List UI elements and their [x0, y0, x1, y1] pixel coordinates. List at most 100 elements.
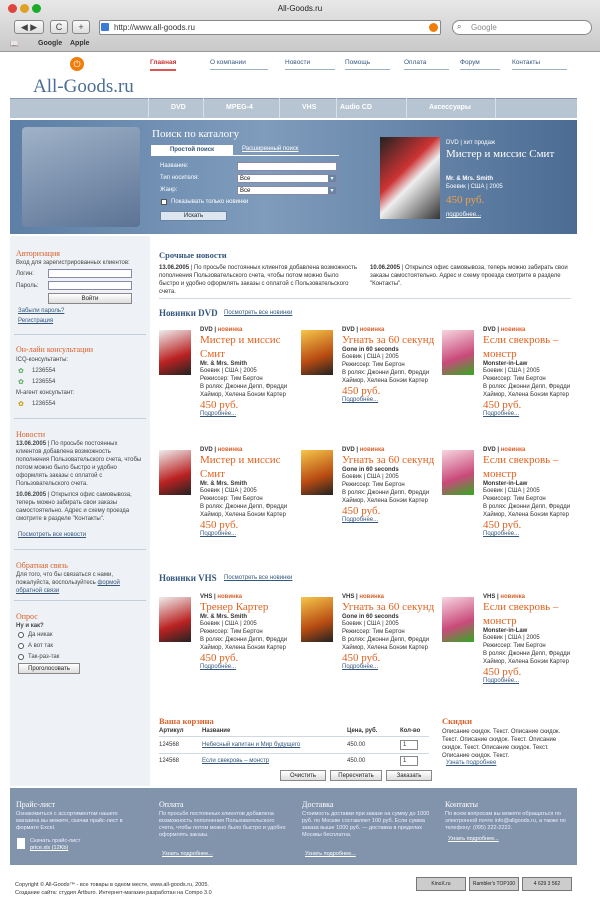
product-cover[interactable]: [301, 597, 333, 642]
carrier-select[interactable]: Все ▾: [237, 174, 337, 183]
product-title[interactable]: Мистер и миссис Смит: [200, 453, 297, 481]
category-vhs[interactable]: VHS: [279, 98, 336, 118]
category-audio-cd[interactable]: Audio CD: [336, 98, 406, 118]
product-title[interactable]: Тренер Картер: [200, 600, 297, 614]
only-new-checkbox[interactable]: [161, 199, 167, 205]
product-more-link[interactable]: Подробнее...: [483, 411, 580, 417]
featured-more-link[interactable]: подробнее...: [446, 212, 481, 218]
cart-row-1-name[interactable]: Небесный капитан и Мир будущего: [202, 742, 300, 748]
bookmarks-icon[interactable]: 📖: [10, 40, 19, 48]
reload-button[interactable]: C: [50, 20, 68, 34]
nav-home[interactable]: Главная: [150, 59, 177, 71]
product-price: 450 руб.: [483, 666, 522, 678]
nav-contacts[interactable]: Контакты: [512, 59, 567, 70]
forgot-password-link[interactable]: Забыли пароль?: [18, 308, 64, 314]
recalculate-button[interactable]: Пересчитать: [330, 770, 382, 781]
product-meta: Боевик | США | 2005: [483, 635, 540, 641]
product-more-link[interactable]: Подробнее...: [342, 664, 439, 670]
login-button[interactable]: Войти: [48, 293, 132, 304]
featured-price: 450 руб.: [446, 194, 485, 206]
search-button[interactable]: Искать: [160, 211, 227, 221]
order-button[interactable]: Заказать: [386, 770, 432, 781]
category-accessories[interactable]: Аксессуары: [406, 98, 496, 118]
featured-title[interactable]: Мистер и миссис Смит: [446, 148, 576, 161]
rss-icon[interactable]: [429, 23, 438, 32]
vhs-all-new-link[interactable]: Посмотреть все новинки: [224, 575, 292, 581]
product-cover[interactable]: [301, 450, 333, 495]
footer-delivery-link[interactable]: Узнать подробнее...: [305, 851, 356, 857]
cart-row-2-qty[interactable]: 1: [400, 756, 418, 766]
vote-button[interactable]: Проголосовать: [18, 663, 80, 674]
cart-row-2-sku: 124568: [159, 758, 180, 764]
product-cover[interactable]: [442, 597, 474, 642]
news-date: 13.06.2005: [16, 441, 47, 447]
all-news-link[interactable]: Посмотреть все новости: [18, 532, 86, 538]
poll-radio-1[interactable]: [18, 632, 24, 638]
product-title[interactable]: Если свекровь – монстр: [483, 453, 580, 481]
nav-about[interactable]: О компании: [210, 59, 268, 70]
search-icon: ⌕: [457, 22, 462, 31]
nav-forum[interactable]: Форум: [460, 59, 500, 70]
product-cover[interactable]: [442, 330, 474, 375]
cart-title: Ваша корзина: [159, 716, 214, 726]
password-input[interactable]: [48, 281, 132, 290]
featured-dvd-cover[interactable]: [380, 137, 440, 219]
product-title[interactable]: Угнать за 60 секунд: [342, 453, 439, 467]
product-title[interactable]: Угнать за 60 секунд: [342, 600, 439, 614]
footer-contacts-link[interactable]: Узнать подробнее...: [448, 836, 499, 842]
product-title[interactable]: Если свекровь – монстр: [483, 333, 580, 361]
product-title[interactable]: Мистер и миссис Смит: [200, 333, 297, 361]
footer-pay-link[interactable]: Узнать подробнее...: [162, 851, 213, 857]
icq-number-2[interactable]: 1236554: [32, 378, 55, 386]
divider: [159, 736, 429, 737]
footer-price-file-link[interactable]: price.xls (12Kb): [30, 845, 68, 851]
clear-cart-button[interactable]: Очистить: [280, 770, 326, 781]
product-more-link[interactable]: Подробнее...: [342, 517, 439, 523]
product-cover[interactable]: [442, 450, 474, 495]
product-title[interactable]: Угнать за 60 секунд: [342, 333, 439, 347]
login-input[interactable]: [48, 269, 132, 278]
product-more-link[interactable]: Подробнее...: [483, 531, 580, 537]
bookmark-apple[interactable]: Apple: [70, 40, 89, 47]
register-link[interactable]: Регистрация: [18, 318, 53, 324]
address-bar[interactable]: http://www.all-goods.ru: [99, 20, 441, 35]
icq-number-1[interactable]: 1236554: [32, 367, 55, 375]
kinox-counter-badge[interactable]: KinoX.ru: [416, 877, 466, 891]
product-more-link[interactable]: Подробнее...: [200, 531, 297, 537]
nav-help[interactable]: Помощь: [345, 59, 390, 70]
product-more-link[interactable]: Подробнее...: [342, 397, 439, 403]
product-cover[interactable]: [159, 330, 191, 375]
product-cover[interactable]: [159, 450, 191, 495]
cart-row-1-qty[interactable]: 1: [400, 740, 418, 750]
product-cover[interactable]: [159, 597, 191, 642]
product-cover[interactable]: [301, 330, 333, 375]
product-more-link[interactable]: Подробнее...: [200, 411, 297, 417]
category-mpeg4[interactable]: MPEG-4: [203, 98, 279, 118]
tab-advanced-search[interactable]: Расширенный поиск: [242, 146, 299, 152]
site-logo[interactable]: All-Goods.ru: [33, 76, 134, 98]
poll-radio-2[interactable]: [18, 643, 24, 649]
back-forward-button[interactable]: ◀ ▶: [14, 20, 44, 34]
category-dvd[interactable]: DVD: [148, 98, 203, 118]
poll-radio-3[interactable]: [18, 654, 24, 660]
product-more-link[interactable]: Подробнее...: [483, 678, 580, 684]
browser-search-field[interactable]: Google: [452, 20, 592, 35]
add-bookmark-button[interactable]: +: [72, 20, 90, 34]
counter-badge[interactable]: 4 629 3 562: [522, 877, 572, 891]
rambler-top100-badge[interactable]: Rambler's TOP100: [469, 877, 519, 891]
product-title[interactable]: Если свекровь – монстр: [483, 600, 580, 628]
magent-number[interactable]: 1236554: [32, 400, 55, 408]
product-director: Режиссер: Тим Бертон: [483, 376, 546, 382]
product-more-link[interactable]: Подробнее...: [200, 664, 297, 670]
copyright: Copyright © All-Goods™ - все товары в од…: [15, 881, 395, 897]
cart-row-2-name[interactable]: Если свекровь – монстр: [202, 758, 269, 764]
discounts-link[interactable]: Узнать подробнее: [446, 760, 496, 766]
name-input[interactable]: [237, 162, 337, 171]
nav-payment[interactable]: Оплата: [404, 59, 449, 70]
tab-simple-search[interactable]: Простой поиск: [151, 145, 233, 156]
genre-select[interactable]: Все ▾: [237, 186, 337, 195]
bookmark-google[interactable]: Google: [38, 40, 62, 47]
dvd-all-new-link[interactable]: Посмотреть все новинки: [224, 310, 292, 316]
nav-news[interactable]: Новости: [285, 59, 335, 70]
footer-download-label: Скачать прайс-лист: [30, 838, 81, 844]
